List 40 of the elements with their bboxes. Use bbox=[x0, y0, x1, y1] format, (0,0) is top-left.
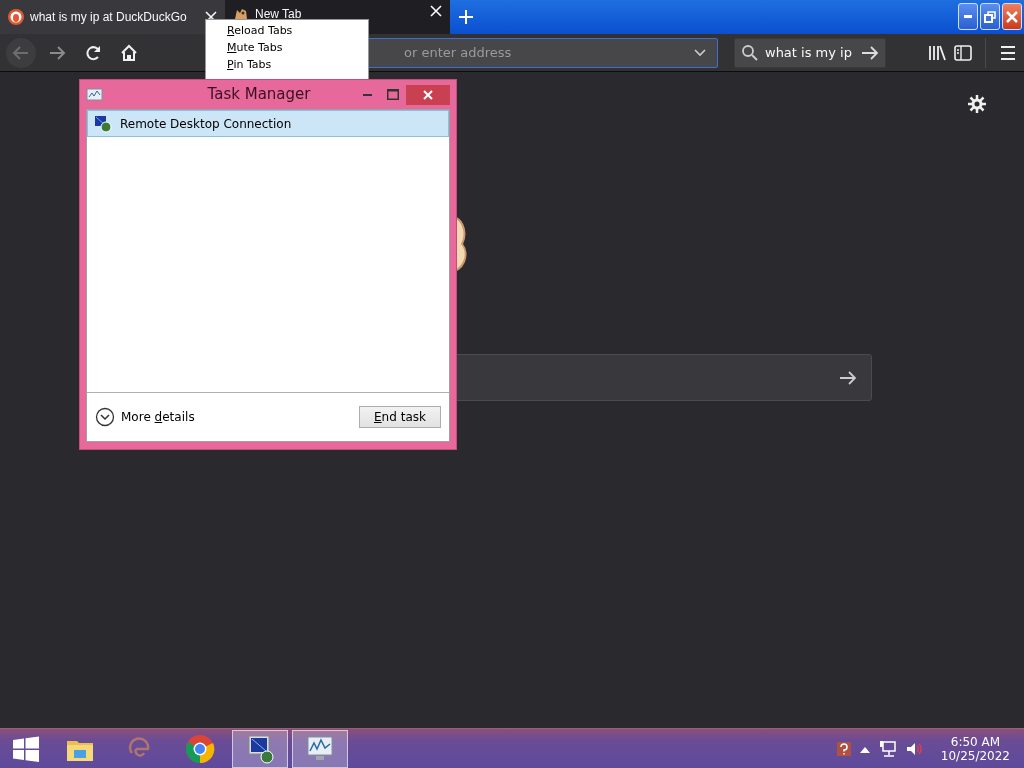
close-icon[interactable] bbox=[430, 5, 442, 17]
end-task-button[interactable]: End task bbox=[359, 406, 441, 428]
taskbar-button[interactable] bbox=[292, 729, 348, 768]
process-row[interactable]: Remote Desktop Connection bbox=[87, 110, 449, 137]
close-icon bbox=[1006, 10, 1018, 23]
dropdown-icon[interactable] bbox=[693, 47, 707, 58]
chrome-icon bbox=[184, 732, 216, 765]
menu-icon[interactable] bbox=[998, 43, 1018, 62]
tab-title: New Tab bbox=[255, 6, 303, 23]
restore-button[interactable] bbox=[980, 3, 1000, 30]
monitor-chart-icon bbox=[86, 86, 104, 103]
new-tab-icon[interactable] bbox=[458, 9, 474, 25]
library-icon[interactable] bbox=[927, 43, 947, 62]
more-details-button[interactable]: More details bbox=[95, 407, 195, 427]
minimize-icon bbox=[362, 93, 372, 96]
maximize-icon bbox=[387, 89, 399, 100]
sidebar-icon[interactable] bbox=[953, 43, 973, 62]
search-field[interactable]: what is my ip bbox=[734, 37, 886, 68]
close-button[interactable] bbox=[1002, 3, 1022, 30]
address-placeholder: or enter address bbox=[404, 43, 512, 62]
help-icon[interactable] bbox=[836, 741, 851, 756]
window-title: Task Manager bbox=[206, 84, 312, 106]
chevron-circle-icon bbox=[95, 407, 115, 427]
search-icon bbox=[741, 43, 759, 62]
go-arrow-icon[interactable] bbox=[839, 369, 857, 386]
settings-icon[interactable] bbox=[967, 94, 987, 114]
clock[interactable]: 6:50 AM 10/25/2022 bbox=[930, 734, 1020, 763]
tab[interactable]: what is my ip at DuckDuckGo bbox=[0, 0, 225, 34]
remote-desktop-icon bbox=[94, 114, 112, 133]
taskbar-button[interactable] bbox=[232, 729, 288, 768]
restore-icon bbox=[984, 10, 996, 23]
back-icon[interactable] bbox=[6, 37, 36, 68]
network-icon[interactable] bbox=[878, 739, 897, 758]
tab-title: what is my ip at DuckDuckGo bbox=[30, 9, 188, 26]
duck-logo-icon bbox=[8, 9, 24, 25]
go-arrow-icon[interactable] bbox=[861, 44, 879, 61]
minimize-icon bbox=[964, 15, 972, 18]
close-icon bbox=[423, 89, 433, 100]
close-button[interactable] bbox=[406, 84, 450, 105]
minimize-button[interactable] bbox=[958, 3, 978, 30]
